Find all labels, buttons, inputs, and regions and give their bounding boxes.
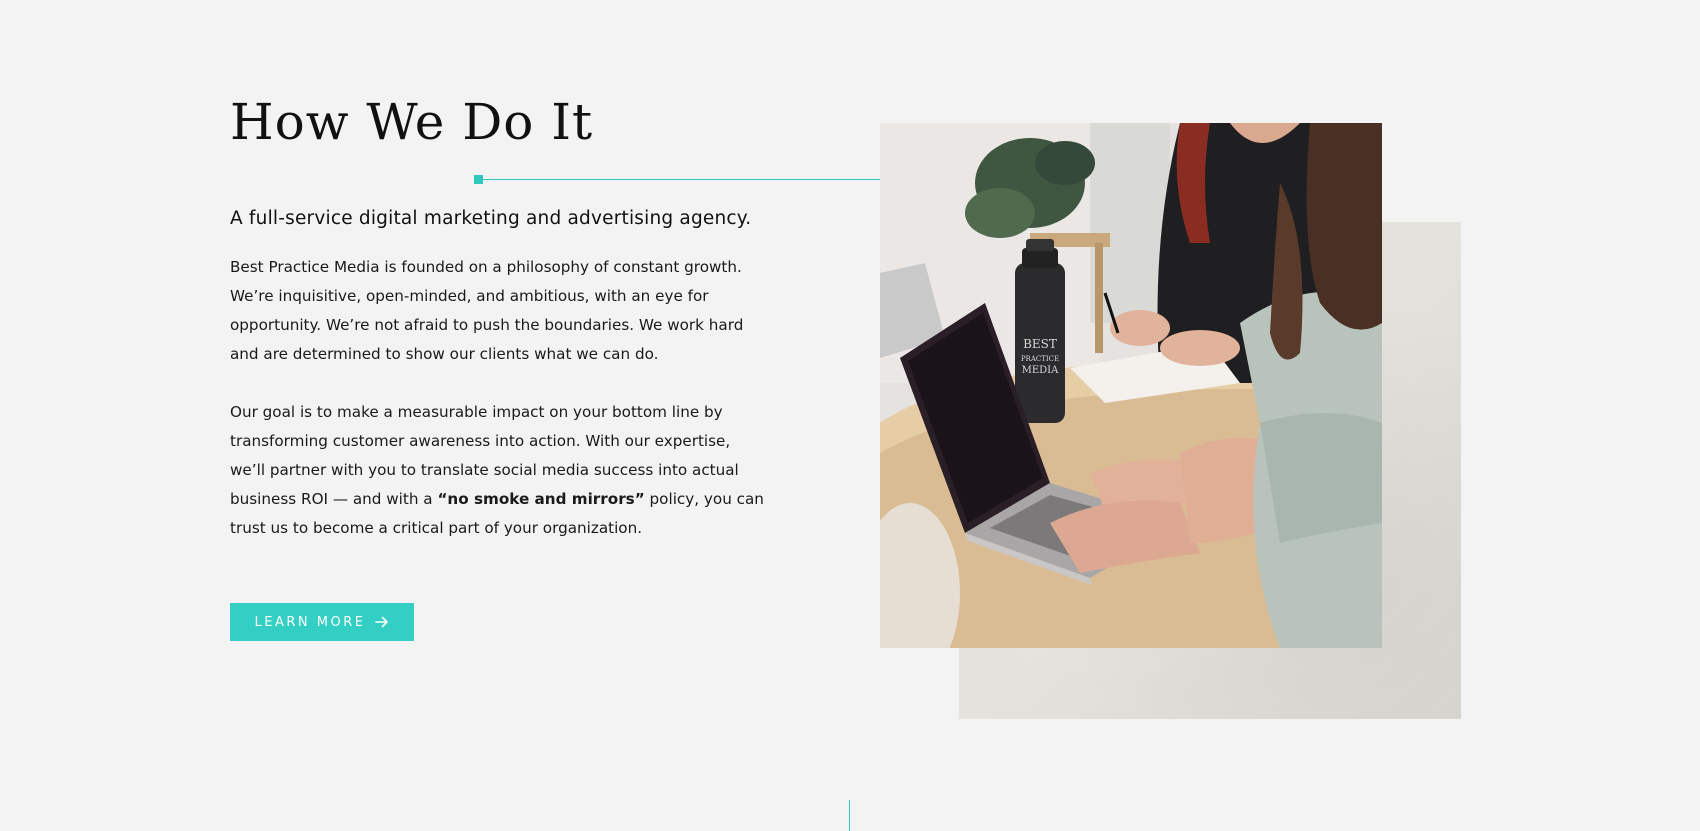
section-connector-line bbox=[849, 800, 850, 831]
team-photo: BEST PRACTICE MEDIA bbox=[880, 123, 1382, 648]
learn-more-button[interactable]: LEARN MORE bbox=[230, 603, 414, 641]
bottle-logo-text-1: BEST bbox=[1023, 337, 1057, 351]
goal-paragraph-emphasis: “no smoke and mirrors” bbox=[437, 490, 645, 508]
section-title: How We Do It bbox=[230, 93, 594, 151]
bottle-logo-text-2: PRACTICE bbox=[1021, 355, 1059, 363]
bottle-logo-text-3: MEDIA bbox=[1022, 365, 1060, 376]
accent-divider bbox=[478, 179, 914, 180]
learn-more-label: LEARN MORE bbox=[254, 614, 366, 630]
arrow-right-icon bbox=[375, 616, 389, 628]
section-subtitle: A full-service digital marketing and adv… bbox=[230, 208, 752, 229]
intro-paragraph: Best Practice Media is founded on a phil… bbox=[230, 258, 744, 363]
goal-paragraph: Our goal is to make a measurable impact … bbox=[230, 398, 770, 543]
